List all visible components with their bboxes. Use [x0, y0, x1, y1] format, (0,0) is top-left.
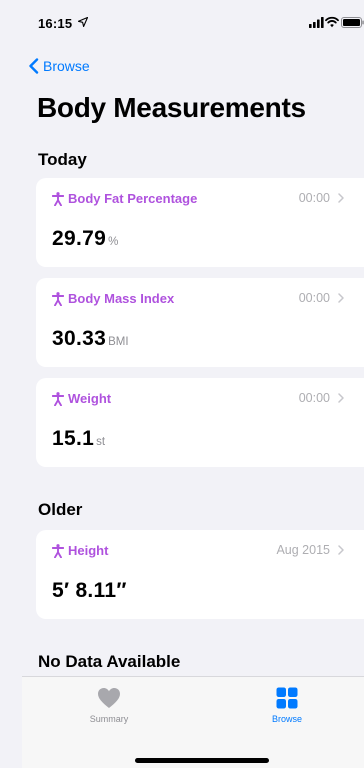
page-title: Body Measurements — [37, 92, 306, 123]
back-button[interactable]: Browse — [28, 56, 90, 76]
card-label: Body Mass Index — [68, 291, 175, 306]
location-arrow-icon — [78, 17, 88, 27]
section-header-today: Today — [38, 150, 87, 169]
person-figure-icon — [52, 291, 64, 306]
wifi-icon — [325, 16, 339, 28]
card-label: Height — [68, 543, 109, 558]
card-value: 29.79 % — [52, 227, 118, 251]
card-timestamp: 00:00 — [299, 391, 344, 405]
tab-bar: Summary Browse — [22, 676, 364, 768]
card-value-unit: % — [108, 236, 119, 248]
card-value-number: 5′ 8.11″ — [52, 579, 127, 602]
tab-summary[interactable]: Summary — [64, 687, 154, 724]
weight-card[interactable]: Weight 00:00 15.1 st — [36, 378, 364, 467]
status-time: 16:15 — [38, 16, 73, 31]
height-card[interactable]: Height Aug 2015 5′ 8.11″ — [36, 530, 364, 619]
card-category: Height — [52, 543, 108, 558]
chevron-left-icon — [29, 58, 39, 74]
heart-icon — [98, 688, 120, 708]
card-value: 30.33 BMI — [52, 327, 129, 351]
card-time-text: 00:00 — [298, 291, 330, 305]
home-indicator — [135, 758, 269, 763]
section-header-older: Older — [38, 500, 83, 519]
back-label: Browse — [43, 58, 90, 74]
card-category: Body Mass Index — [52, 291, 174, 306]
screen: 16:15 Browse Body Measurements Today Bod… — [0, 0, 364, 768]
tab-summary-label: Summary — [89, 714, 129, 724]
card-time-text: 00:00 — [298, 191, 330, 205]
card-category: Weight — [52, 391, 111, 406]
chevron-right-icon — [338, 545, 344, 555]
battery-icon — [341, 17, 364, 28]
card-category: Body Fat Percentage — [52, 191, 197, 206]
card-value-unit: st — [96, 436, 106, 448]
chevron-right-icon — [338, 393, 344, 403]
tab-browse-label: Browse — [271, 714, 302, 724]
card-label: Body Fat Percentage — [68, 191, 198, 206]
card-timestamp: 00:00 — [299, 191, 344, 205]
chevron-right-icon — [338, 193, 344, 203]
status-bar: 16:15 — [0, 0, 364, 48]
card-timestamp: Aug 2015 — [276, 543, 344, 557]
tab-browse[interactable]: Browse — [242, 687, 332, 724]
card-time-text: Aug 2015 — [276, 543, 330, 557]
card-value: 5′ 8.11″ — [52, 579, 129, 603]
card-value-number: 15.1 — [52, 427, 95, 450]
body-mass-index-card[interactable]: Body Mass Index 00:00 30.33 BMI — [36, 278, 364, 367]
card-time-text: 00:00 — [298, 391, 330, 405]
card-label: Weight — [68, 391, 112, 406]
person-figure-icon — [52, 391, 64, 406]
card-value-unit: BMI — [108, 336, 129, 348]
person-figure-icon — [52, 191, 64, 206]
card-value: 15.1 st — [52, 427, 105, 451]
grid-icon — [276, 687, 298, 709]
card-value-number: 29.79 — [52, 227, 107, 250]
cellular-signal-icon — [309, 17, 324, 28]
body-fat-percentage-card[interactable]: Body Fat Percentage 00:00 29.79 % — [36, 178, 364, 267]
section-header-no-data: No Data Available — [38, 652, 181, 671]
card-timestamp: 00:00 — [299, 291, 344, 305]
card-value-number: 30.33 — [52, 327, 107, 350]
person-figure-icon — [52, 543, 64, 558]
chevron-right-icon — [338, 293, 344, 303]
